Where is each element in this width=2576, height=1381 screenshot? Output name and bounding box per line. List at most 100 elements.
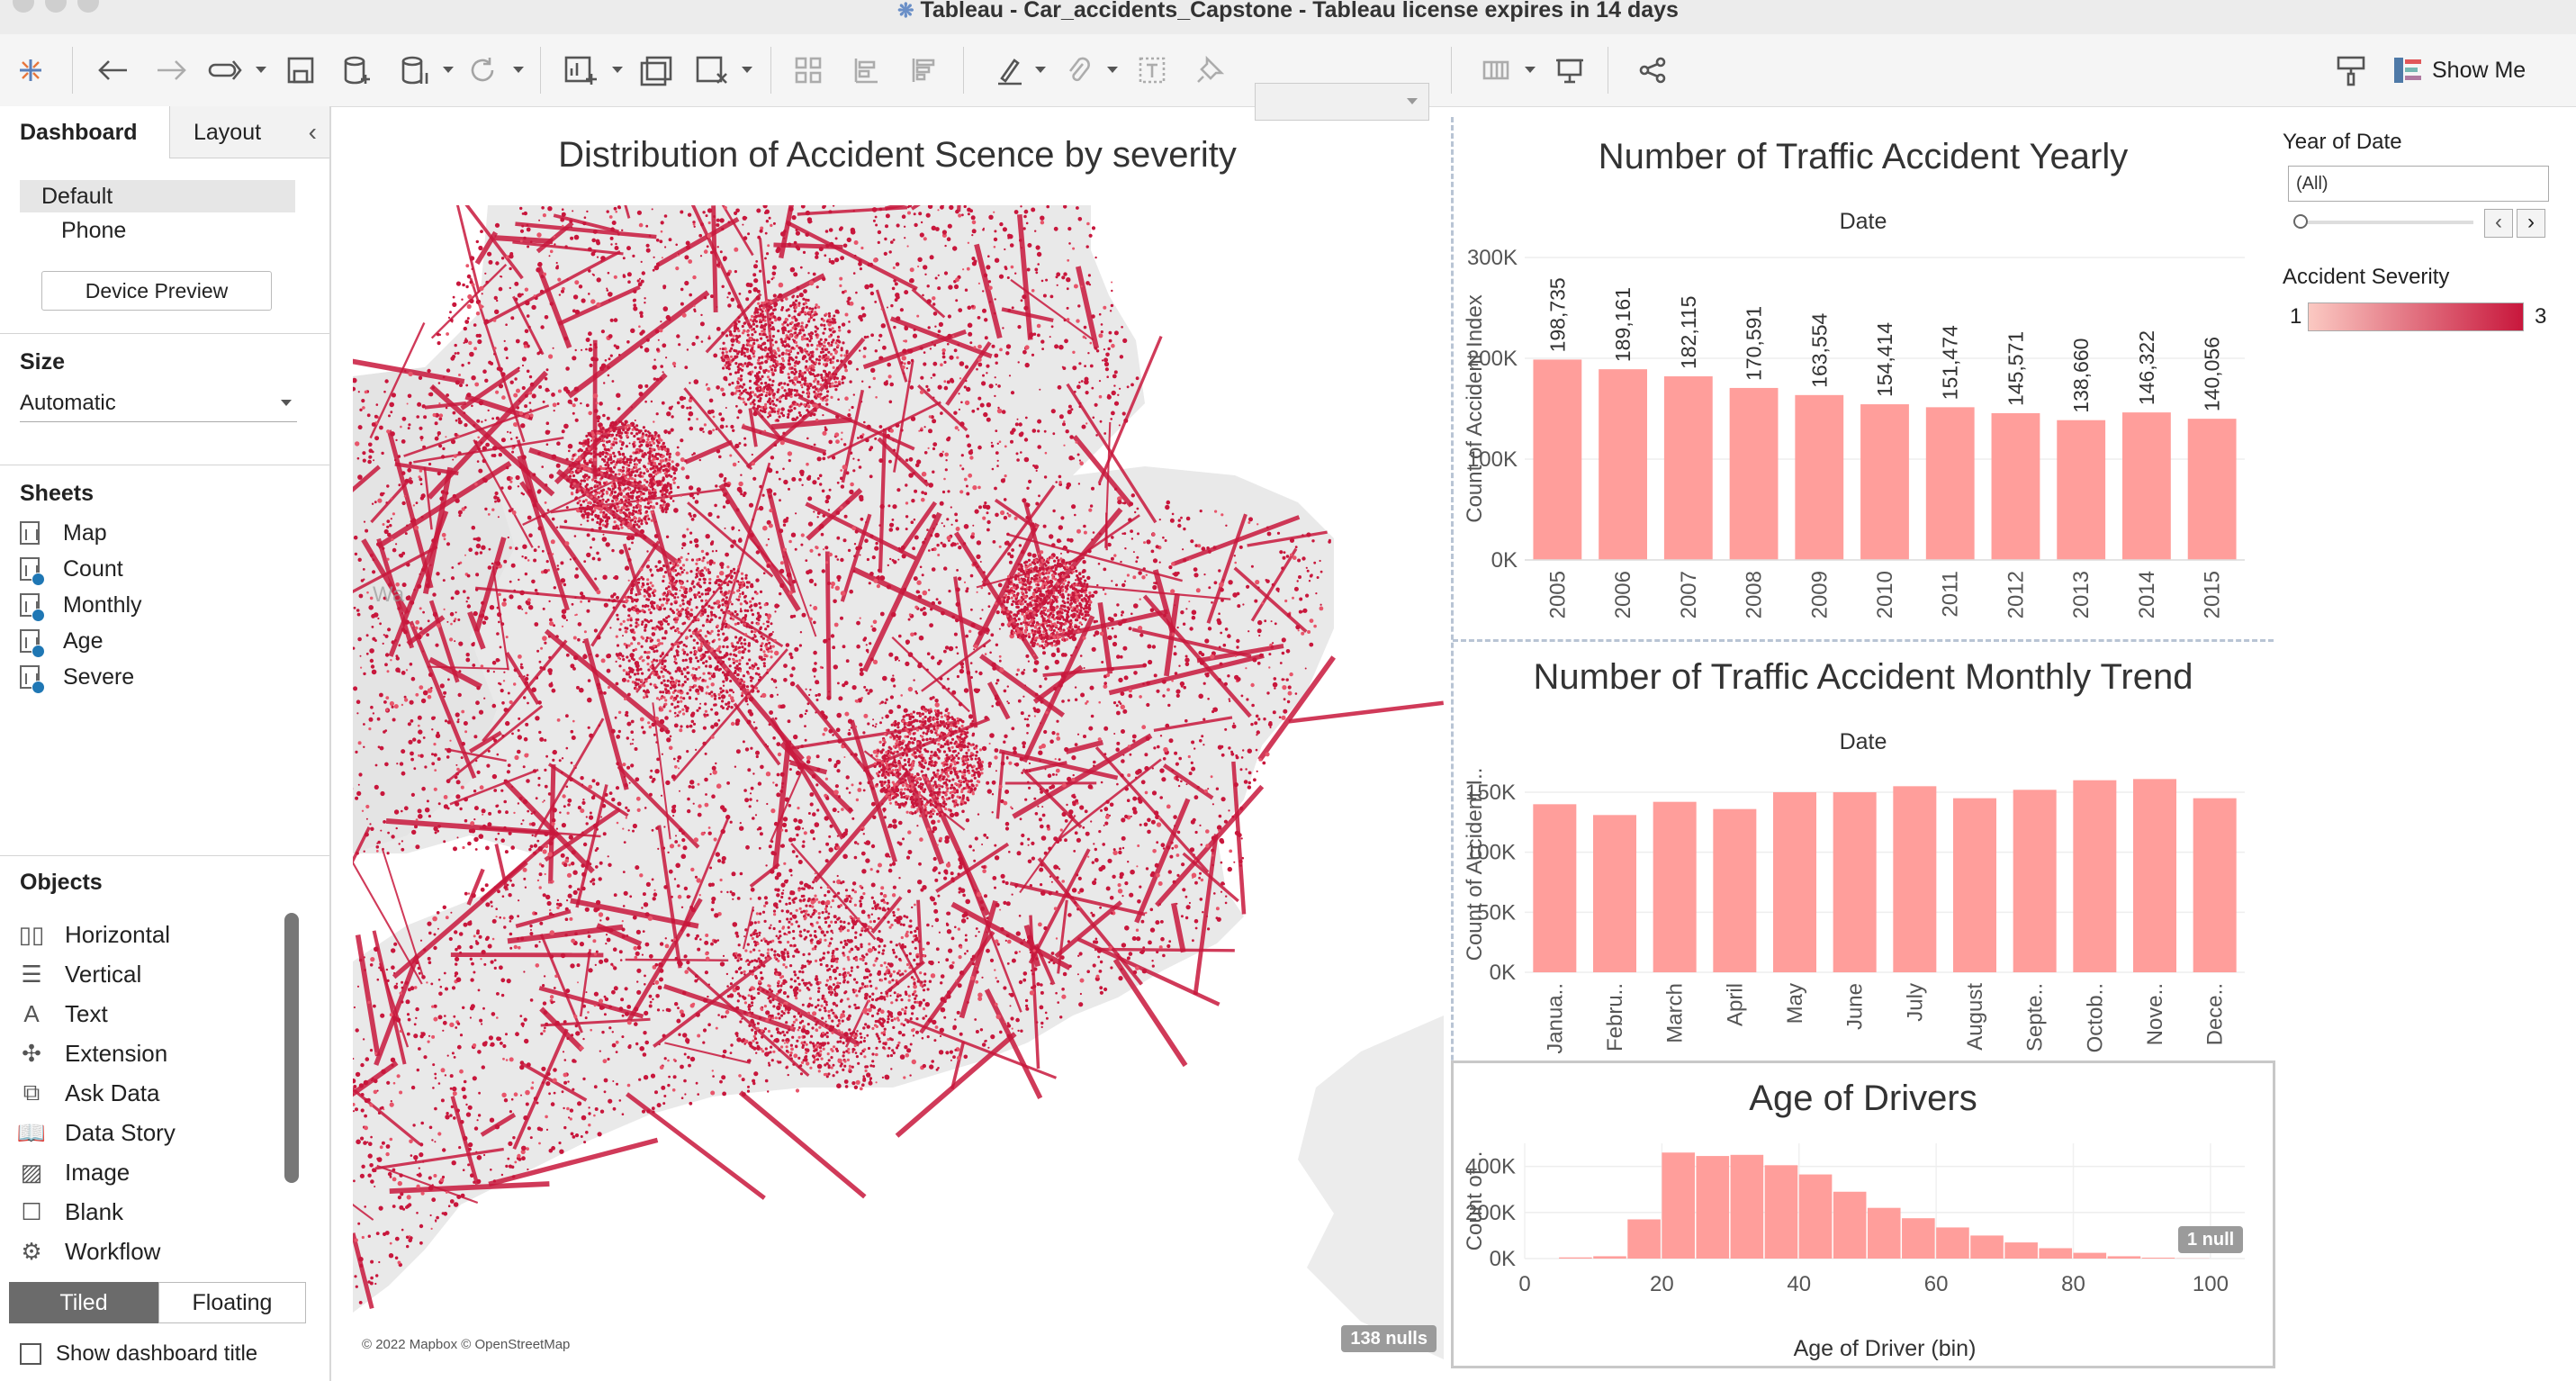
object-item-text[interactable]: A Text	[20, 996, 107, 1032]
show-me-button[interactable]: Show Me	[2394, 50, 2526, 90]
accident-point	[1211, 601, 1213, 604]
accident-map[interactable]: Wa © 2022 Mapbox © OpenStreetMap 138 nul…	[353, 205, 1444, 1359]
accident-point	[418, 1047, 421, 1051]
attach-icon[interactable]	[1058, 50, 1098, 90]
size-dropdown[interactable]: Automatic	[20, 385, 297, 422]
accident-point	[423, 415, 428, 420]
pin-icon[interactable]	[1190, 50, 1229, 90]
new-worksheet-icon[interactable]	[558, 50, 603, 90]
sheet-item-count[interactable]: Count	[20, 551, 123, 587]
pause-updates-icon[interactable]	[394, 50, 434, 90]
accident-point	[923, 537, 927, 541]
layout-mode-tiled[interactable]: Tiled	[9, 1282, 158, 1323]
tableau-logo-icon[interactable]	[13, 50, 49, 90]
map-canvas[interactable]: Wa	[353, 205, 1444, 1359]
format-painter-icon[interactable]	[2331, 50, 2371, 90]
accident-point	[756, 828, 760, 831]
duplicate-sheet-icon[interactable]	[634, 50, 679, 90]
accident-point	[428, 815, 431, 818]
accident-point	[986, 528, 990, 532]
accident-point	[590, 491, 593, 494]
object-item-extension[interactable]: ✣ Extension	[20, 1035, 167, 1071]
sheet-item-map[interactable]: Map	[20, 515, 107, 551]
fixed-headers-icon[interactable]	[1476, 50, 1516, 90]
accident-point	[890, 986, 894, 988]
sort-icon[interactable]	[904, 50, 943, 90]
accident-point	[551, 817, 556, 823]
object-item-ask-data[interactable]: ⧉ Ask Data	[20, 1075, 160, 1111]
undo-icon[interactable]	[90, 50, 135, 90]
accident-point	[511, 510, 517, 515]
accident-point	[553, 410, 555, 412]
group-members-icon[interactable]	[788, 50, 828, 90]
accident-point	[1026, 267, 1031, 272]
object-item-workflow[interactable]: ⚙ Workflow	[20, 1233, 160, 1269]
replay-animation-icon[interactable]	[203, 50, 248, 90]
new-data-source-icon[interactable]	[337, 50, 376, 90]
save-icon[interactable]	[281, 50, 320, 90]
accident-point	[799, 266, 803, 269]
accident-point	[776, 693, 779, 696]
accident-point	[648, 234, 652, 238]
accident-point	[852, 393, 855, 396]
accident-point	[588, 411, 592, 416]
device-phone[interactable]: Phone	[61, 218, 126, 244]
accident-point	[1022, 227, 1026, 230]
accident-point	[878, 333, 883, 338]
accident-point	[1229, 700, 1231, 702]
sheet-item-age[interactable]: Age	[20, 623, 103, 659]
sheet-item-monthly[interactable]: Monthly	[20, 587, 142, 623]
labels-icon[interactable]	[1132, 50, 1172, 90]
clear-sheet-icon[interactable]	[689, 50, 734, 90]
accident-point	[517, 605, 522, 610]
fit-selector[interactable]	[1255, 83, 1429, 121]
accident-point	[379, 692, 383, 698]
redo-icon[interactable]	[149, 50, 194, 90]
object-item-data-story[interactable]: 📖 Data Story	[17, 1115, 176, 1151]
share-icon[interactable]	[1633, 50, 1672, 90]
tab-layout[interactable]: Layout ‹	[169, 106, 329, 158]
highlight-icon[interactable]	[990, 50, 1030, 90]
show-title-checkbox[interactable]	[20, 1343, 41, 1365]
accident-point	[601, 799, 604, 802]
refresh-icon[interactable]	[463, 50, 502, 90]
accident-point	[674, 1002, 679, 1006]
layout-mode-floating[interactable]: Floating	[158, 1282, 306, 1323]
accident-point	[1174, 604, 1176, 607]
accident-point	[475, 588, 479, 591]
device-preview-button[interactable]: Device Preview	[41, 271, 272, 311]
accident-point	[973, 346, 977, 349]
accident-point	[540, 348, 543, 351]
accident-point	[955, 618, 959, 623]
collapse-panel-icon[interactable]: ‹	[309, 106, 317, 158]
accident-point	[431, 1034, 436, 1039]
accident-point	[678, 767, 680, 770]
accident-point	[454, 352, 457, 355]
accident-point	[470, 821, 475, 826]
accident-point	[823, 727, 828, 732]
tab-dashboard[interactable]: Dashboard	[0, 106, 169, 158]
object-item-horizontal[interactable]: ▯▯ Horizontal	[19, 916, 170, 952]
accident-point	[680, 670, 683, 672]
accident-point	[444, 1015, 446, 1017]
accident-point	[1034, 267, 1039, 272]
swap-rows-columns-icon[interactable]	[846, 50, 886, 90]
accident-point	[1083, 667, 1085, 669]
accident-point	[1206, 546, 1210, 550]
accident-point	[466, 604, 472, 609]
accident-point	[824, 859, 829, 863]
objects-scrollbar[interactable]	[284, 913, 299, 1183]
object-item-image[interactable]: ▨ Image	[20, 1154, 131, 1190]
accident-point	[663, 826, 666, 828]
accident-point	[518, 797, 523, 800]
accident-point	[449, 637, 454, 642]
object-item-blank[interactable]: ☐ Blank	[20, 1194, 123, 1230]
accident-point	[847, 548, 851, 553]
accident-point	[959, 662, 965, 666]
accident-point	[837, 810, 840, 813]
object-item-vertical[interactable]: ☰ Vertical	[20, 956, 141, 992]
accident-point	[555, 635, 559, 638]
sheet-item-severe[interactable]: Severe	[20, 659, 134, 695]
accident-point	[911, 906, 914, 909]
presentation-mode-icon[interactable]	[1550, 50, 1590, 90]
